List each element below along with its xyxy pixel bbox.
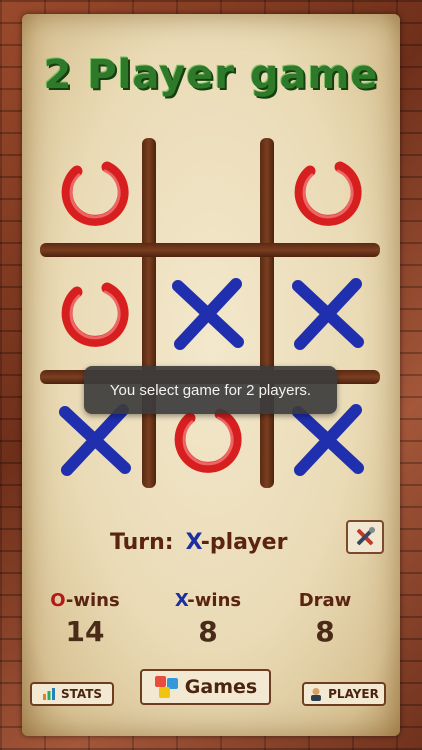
turn-indicator: Turn: X-player	[110, 530, 287, 555]
toast-message: You select game for 2 players.	[84, 366, 337, 414]
draw-label: Draw	[298, 590, 352, 611]
games-button-label: Games	[184, 676, 258, 698]
x-wins-stat: X-wins 8	[153, 590, 263, 648]
turn-label: Turn:	[110, 530, 174, 555]
o-mark-icon	[61, 161, 129, 226]
turn-player-symbol: X	[185, 530, 201, 555]
game-board[interactable]	[40, 138, 380, 488]
turn-player: X-player	[186, 530, 288, 555]
o-wins-stat: O-wins 14	[30, 590, 140, 648]
draw-value: 8	[315, 615, 335, 648]
x-wins-label: X-wins	[153, 590, 263, 611]
o-wins-label-symbol: O	[50, 590, 66, 611]
stats-button[interactable]: STATS	[30, 682, 114, 706]
x-wins-label-symbol: X	[174, 590, 188, 611]
x-wins-label-suffix: -wins	[187, 590, 242, 611]
x-mark-icon	[172, 278, 244, 350]
settings-button[interactable]	[346, 520, 384, 554]
player-button[interactable]: PLAYER	[302, 682, 386, 706]
stats-button-label: STATS	[60, 687, 103, 701]
player-button-label: PLAYER	[328, 687, 379, 701]
o-mark-icon	[61, 282, 129, 347]
o-wins-value: 14	[65, 615, 105, 648]
x-mark-icon	[292, 278, 364, 350]
o-wins-label: O-wins	[30, 590, 140, 611]
o-mark-icon	[294, 161, 362, 226]
x-wins-value: 8	[198, 615, 218, 648]
board-cell-2[interactable]	[158, 143, 258, 243]
board-line-horizontal-1	[40, 243, 380, 257]
board-cell-4[interactable]	[45, 264, 145, 364]
board-cell-5[interactable]	[158, 264, 258, 364]
bar-chart-icon	[42, 688, 55, 700]
board-cell-6[interactable]	[278, 264, 378, 364]
draw-stat: Draw 8	[270, 590, 380, 648]
player-icon	[311, 688, 322, 701]
games-button[interactable]: Games	[140, 669, 271, 705]
turn-player-suffix: -player	[200, 530, 288, 555]
tools-icon	[356, 527, 375, 546]
board-cell-3[interactable]	[278, 143, 378, 243]
board-line-vertical-2	[260, 138, 274, 488]
o-wins-label-suffix: -wins	[65, 590, 120, 611]
games-icon	[154, 676, 178, 698]
game-title: 2 Player game	[43, 52, 379, 98]
board-cell-1[interactable]	[45, 143, 145, 243]
